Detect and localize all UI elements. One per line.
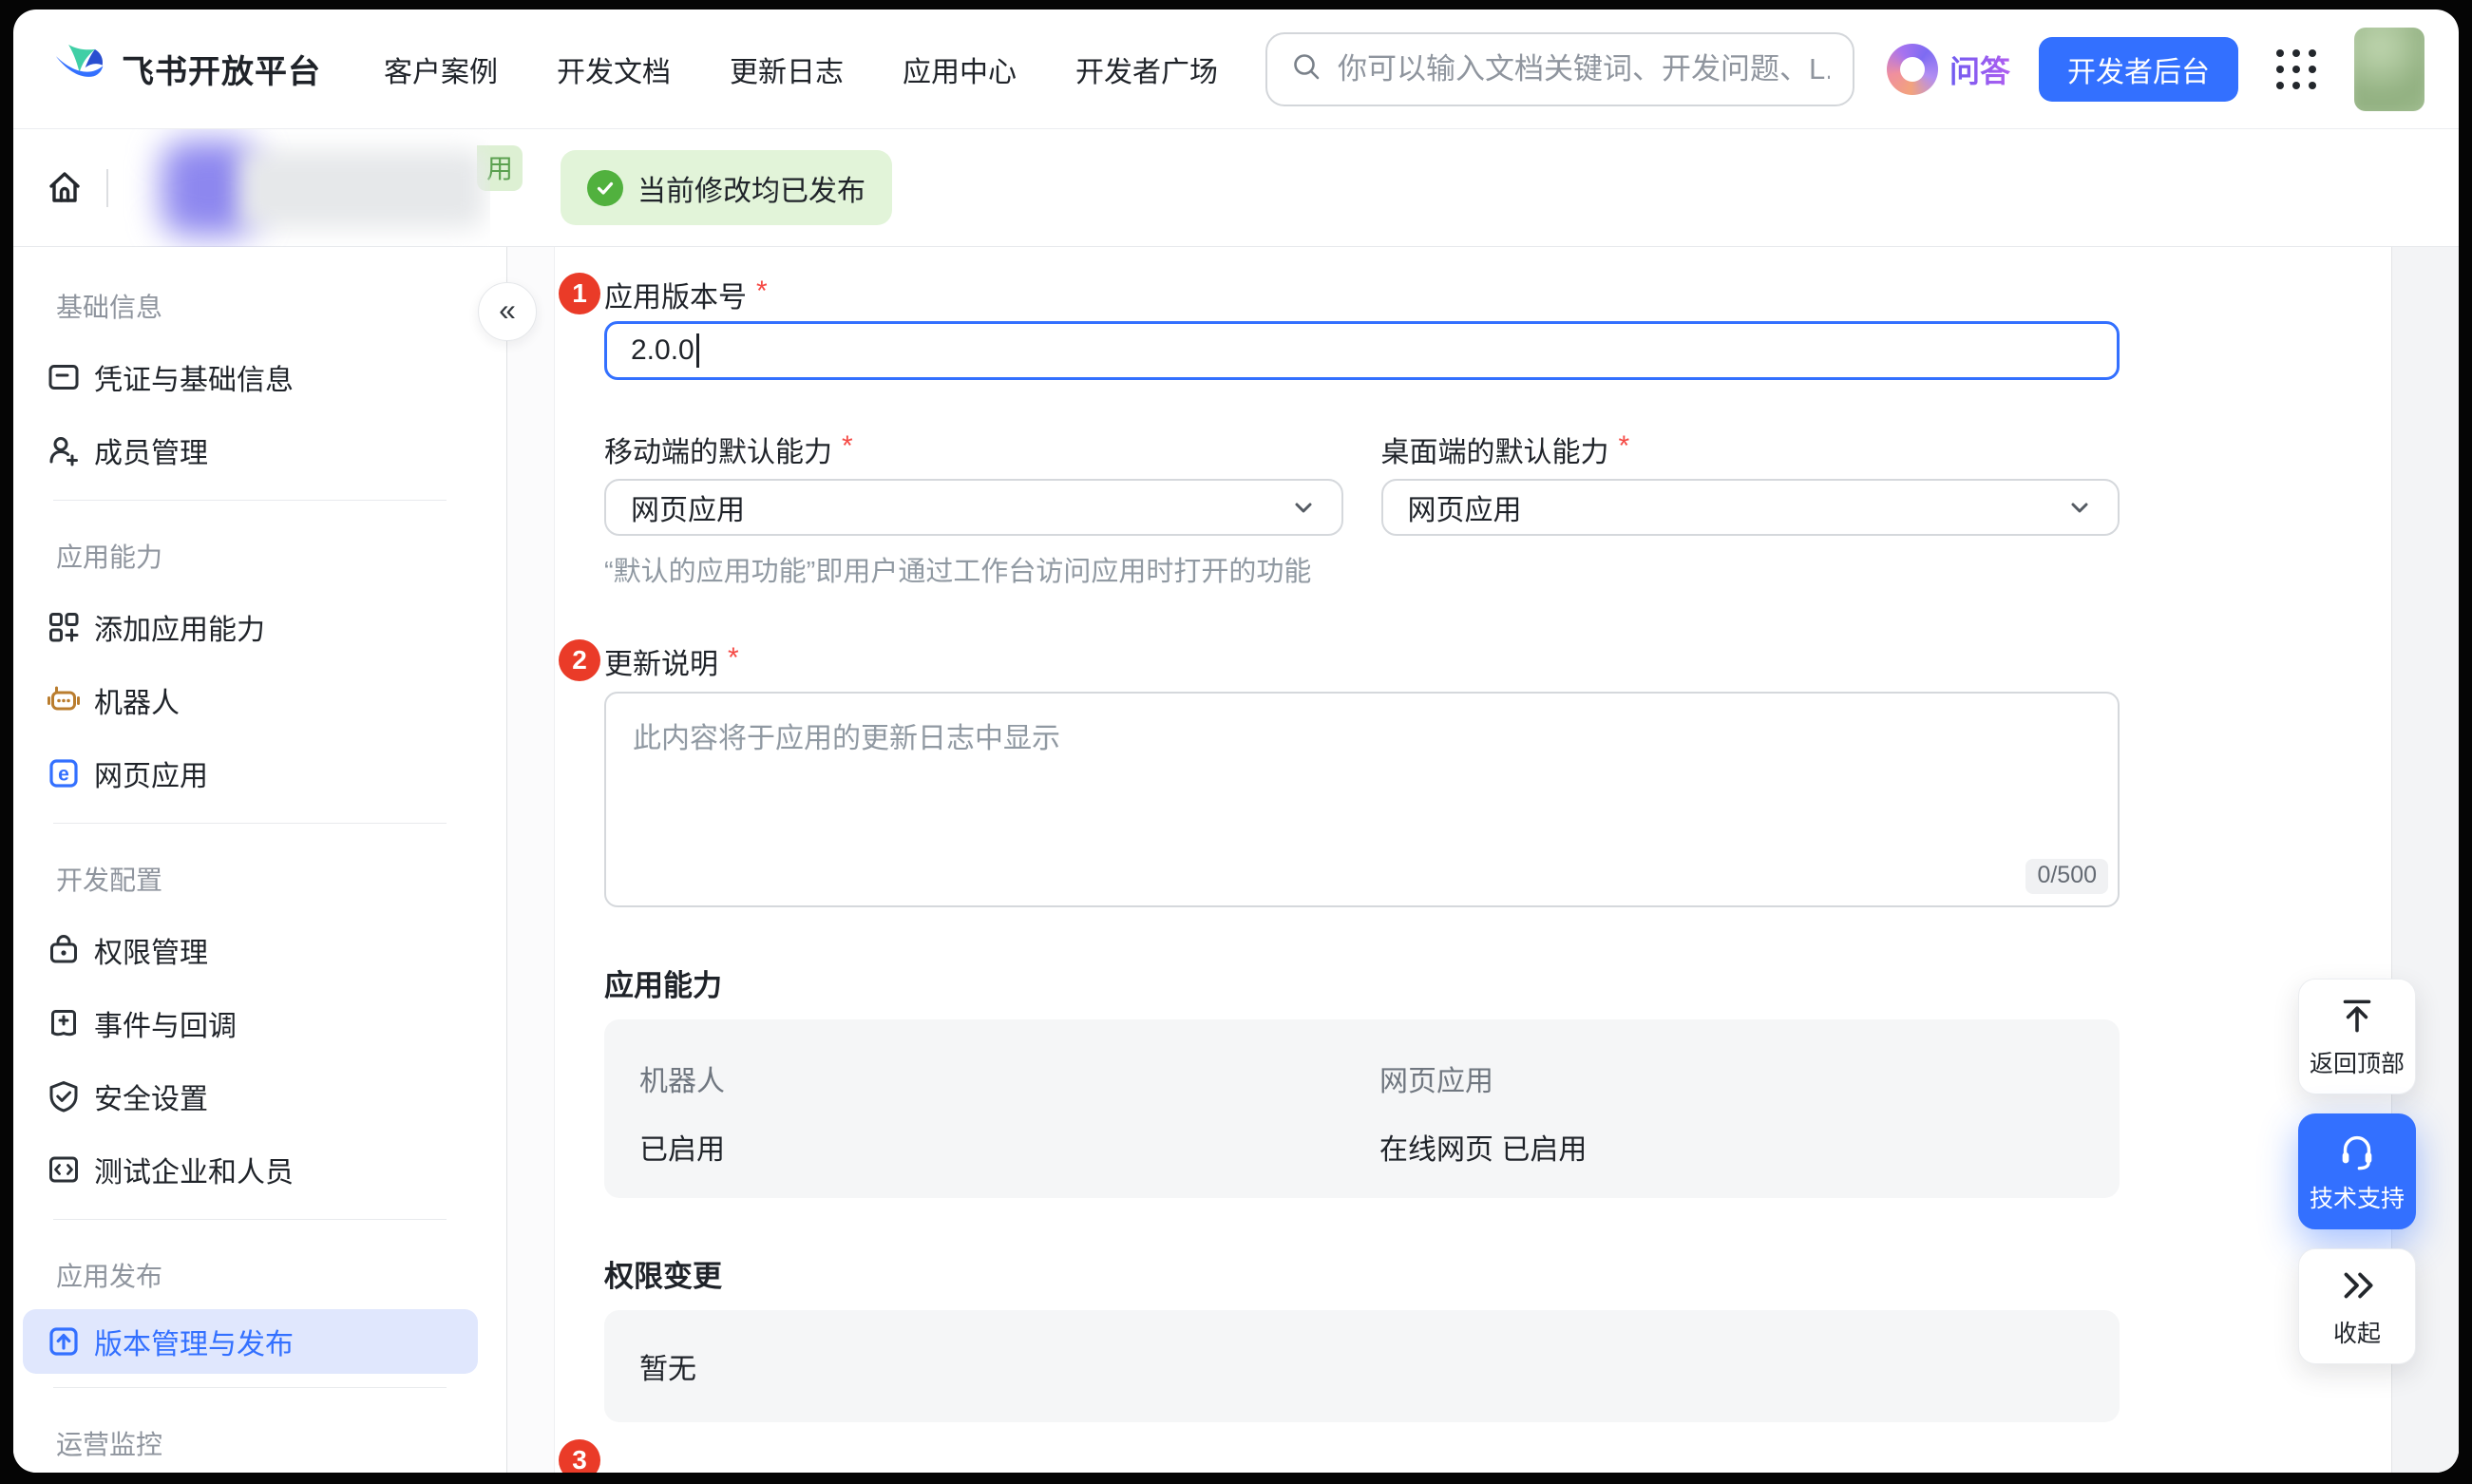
capabilities-heading: 应用能力 bbox=[604, 966, 2120, 1006]
brand-title: 飞书开放平台 bbox=[122, 46, 321, 92]
desktop-capability-label: 桌面端的默认能力 bbox=[1381, 428, 1609, 470]
id-card-icon bbox=[45, 358, 83, 396]
collapse-toolbar-button[interactable]: 收起 bbox=[2298, 1248, 2416, 1364]
chevron-down-icon bbox=[2066, 494, 2093, 521]
mobile-capability-select[interactable]: 网页应用 bbox=[604, 479, 1343, 536]
required-asterisk: * bbox=[756, 276, 768, 308]
sidebar-item-members[interactable]: 成员管理 bbox=[13, 413, 506, 486]
permission-changes-heading: 权限变更 bbox=[604, 1257, 2120, 1297]
version-label-row: 1 应用版本号 * bbox=[604, 274, 2120, 315]
desktop-capability-select[interactable]: 网页应用 bbox=[1381, 479, 2120, 536]
back-to-top-button[interactable]: 返回顶部 bbox=[2298, 979, 2416, 1094]
changelog-textarea[interactable]: 此内容将于应用的更新日志中显示 0/500 bbox=[604, 692, 2120, 907]
main-content: 1 应用版本号 * 2.0.0 移动端的默认能力 * bbox=[555, 247, 2459, 1473]
sidebar-item-security[interactable]: 安全设置 bbox=[13, 1059, 506, 1132]
app-name-redacted bbox=[118, 129, 490, 247]
lock-icon bbox=[45, 931, 83, 969]
publish-up-icon bbox=[45, 1322, 83, 1360]
brand[interactable]: 飞书开放平台 bbox=[51, 39, 321, 99]
permission-changes-empty: 暂无 bbox=[639, 1345, 696, 1387]
person-add-icon bbox=[45, 431, 83, 469]
browser-window: 飞书开放平台 客户案例 开发文档 更新日志 应用中心 开发者广场 问答 开发者后… bbox=[13, 10, 2459, 1473]
sidebar-item-add-capability[interactable]: 添加应用能力 bbox=[13, 590, 506, 663]
top-navigation: 飞书开放平台 客户案例 开发文档 更新日志 应用中心 开发者广场 问答 开发者后… bbox=[13, 10, 2459, 129]
grid-add-icon bbox=[45, 608, 83, 646]
apps-grid-icon[interactable] bbox=[2276, 49, 2316, 89]
qa-entry[interactable]: 问答 bbox=[1887, 44, 2010, 95]
sidebar-section-dev-config: 开发配置 bbox=[13, 862, 506, 900]
qa-ring-icon bbox=[1887, 44, 1938, 95]
robot-icon bbox=[45, 681, 83, 719]
nav-item-docs[interactable]: 开发文档 bbox=[557, 48, 671, 90]
sidebar-item-test-org[interactable]: 测试企业和人员 bbox=[13, 1132, 506, 1206]
user-avatar[interactable] bbox=[2354, 28, 2424, 111]
chevron-down-icon bbox=[1290, 494, 1317, 521]
shield-check-icon bbox=[45, 1077, 83, 1115]
nav-item-dev-plaza[interactable]: 开发者广场 bbox=[1075, 48, 1218, 90]
publish-status-text: 当前修改均已发布 bbox=[637, 167, 865, 209]
svg-text:e: e bbox=[58, 763, 69, 785]
tech-support-button[interactable]: 技术支持 bbox=[2298, 1113, 2416, 1229]
code-brackets-icon bbox=[45, 1151, 83, 1189]
nav-item-cases[interactable]: 客户案例 bbox=[384, 48, 498, 90]
scope-section: 3 可用范围 bbox=[604, 1439, 2120, 1473]
web-app-e-icon: e bbox=[45, 754, 83, 792]
sidebar-section-basic-info: 基础信息 bbox=[13, 289, 506, 327]
divider bbox=[106, 169, 108, 207]
sidebar-item-events[interactable]: 事件与回调 bbox=[13, 986, 506, 1059]
double-chevron-right-icon bbox=[2335, 1264, 2379, 1307]
arrow-up-to-line-icon bbox=[2335, 994, 2379, 1037]
capability-item: 机器人 已启用 bbox=[639, 1057, 1379, 1198]
feishu-logo-icon bbox=[51, 39, 106, 99]
nav-item-app-center[interactable]: 应用中心 bbox=[903, 48, 1017, 90]
sidebar-collapse-button[interactable]: « bbox=[478, 282, 537, 341]
sidebar-section-publish: 应用发布 bbox=[13, 1258, 506, 1296]
changelog-label: 更新说明 bbox=[604, 640, 718, 682]
capabilities-panel: 机器人 已启用 网页应用 在线网页 已启用 bbox=[604, 1019, 2120, 1198]
headset-icon bbox=[2335, 1129, 2379, 1172]
sidebar-item-credentials[interactable]: 凭证与基础信息 bbox=[13, 340, 506, 413]
floating-toolbar: 返回顶部 技术支持 收起 bbox=[2298, 979, 2416, 1364]
scope-label: 可用范围 bbox=[604, 1464, 722, 1473]
check-circle-icon bbox=[587, 170, 623, 206]
event-plus-icon bbox=[45, 1004, 83, 1042]
sidebar-section-monitoring: 运营监控 bbox=[13, 1426, 506, 1464]
permission-changes-panel: 暂无 bbox=[604, 1310, 2120, 1422]
app-header-bar: 用 当前修改均已发布 bbox=[13, 129, 2459, 247]
mobile-capability-label: 移动端的默认能力 bbox=[604, 428, 832, 470]
sidebar-item-web-app[interactable]: e 网页应用 bbox=[13, 736, 506, 809]
nav-menu: 客户案例 开发文档 更新日志 应用中心 开发者广场 bbox=[384, 48, 1218, 90]
version-publish-form: 1 应用版本号 * 2.0.0 移动端的默认能力 * bbox=[604, 247, 2120, 1473]
step-3-badge: 3 bbox=[559, 1439, 600, 1473]
search-icon bbox=[1290, 50, 1322, 87]
text-cursor bbox=[696, 333, 699, 368]
app-version-input[interactable]: 2.0.0 bbox=[604, 321, 2120, 380]
nav-item-changelog[interactable]: 更新日志 bbox=[730, 48, 844, 90]
capability-hint: “默认的应用功能”即用户通过工作台访问应用时打开的功能 bbox=[604, 549, 1343, 589]
changelog-placeholder: 此内容将于应用的更新日志中显示 bbox=[633, 723, 1060, 754]
capability-item: 网页应用 在线网页 已启用 bbox=[1379, 1057, 2120, 1198]
step-2-badge: 2 bbox=[559, 639, 600, 681]
search-input[interactable] bbox=[1338, 52, 1830, 86]
sidebar-section-capabilities: 应用能力 bbox=[13, 539, 506, 577]
qa-label: 问答 bbox=[1949, 48, 2010, 91]
char-counter: 0/500 bbox=[2025, 859, 2108, 894]
home-icon[interactable] bbox=[42, 165, 87, 211]
step-1-badge: 1 bbox=[559, 273, 600, 314]
sidebar-item-bot[interactable]: 机器人 bbox=[13, 663, 506, 736]
publish-status-badge: 当前修改均已发布 bbox=[561, 150, 892, 225]
version-label: 应用版本号 bbox=[604, 274, 747, 315]
changelog-label-row: 2 更新说明 * bbox=[604, 640, 2120, 682]
sidebar-gutter bbox=[507, 247, 555, 1473]
developer-console-button[interactable]: 开发者后台 bbox=[2039, 37, 2238, 102]
sidebar-item-permissions[interactable]: 权限管理 bbox=[13, 913, 506, 986]
sidebar: 基础信息 凭证与基础信息 成员管理 bbox=[13, 247, 507, 1473]
doc-search-box[interactable] bbox=[1265, 32, 1854, 106]
sidebar-item-version-management[interactable]: 版本管理与发布 bbox=[23, 1309, 478, 1374]
